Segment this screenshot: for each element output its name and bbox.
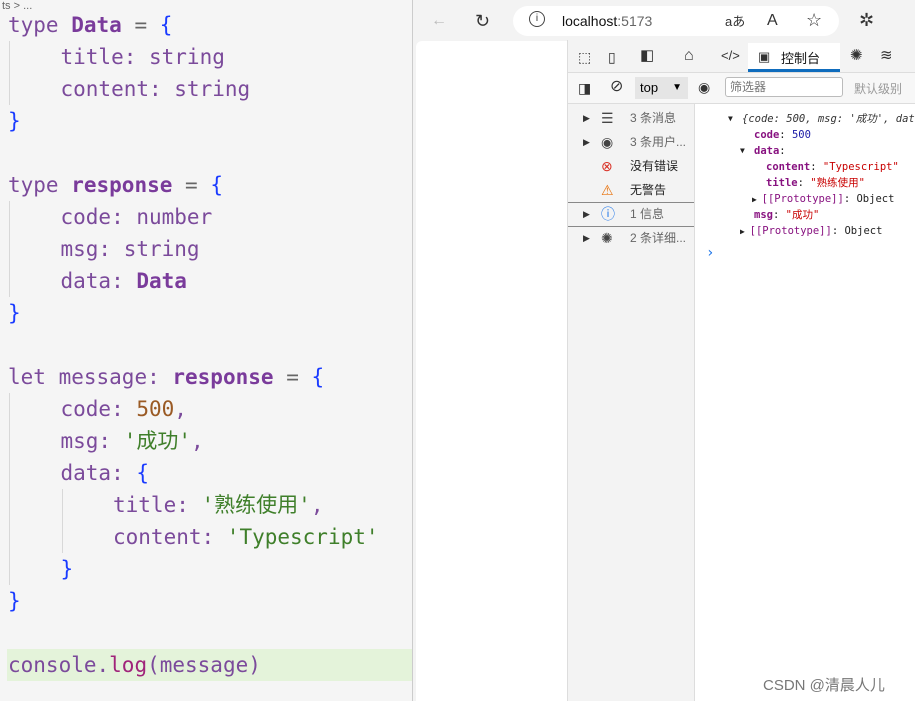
- clear-console-icon[interactable]: ⊘: [610, 77, 623, 97]
- list-icon: ☰: [601, 110, 614, 126]
- code-line: }: [8, 109, 21, 133]
- expand-triangle-icon[interactable]: ▶: [583, 226, 590, 250]
- eye-icon[interactable]: ◉: [698, 77, 710, 97]
- read-aloud-icon[interactable]: A: [767, 11, 778, 31]
- sidebar-item-label: 没有错误: [630, 159, 679, 173]
- code-line: data: {: [60, 461, 150, 485]
- bug-icon: ✺: [601, 230, 613, 246]
- tab-label: 控制台: [781, 51, 821, 66]
- device-emulation-icon[interactable]: ▯: [608, 47, 616, 67]
- sidebar-item-label: 2 条详细...: [630, 231, 687, 245]
- code-line: console.log(message): [8, 653, 261, 677]
- prop-value: "Typescript": [822, 161, 899, 173]
- inspect-element-icon[interactable]: ⬚: [578, 47, 591, 67]
- code-line: type Data = {: [8, 13, 173, 37]
- expand-triangle-icon[interactable]: ▶: [583, 130, 590, 154]
- elements-icon[interactable]: </>: [721, 46, 740, 66]
- network-wifi-icon[interactable]: ≋: [880, 46, 893, 66]
- devtools-toolbar: ⬚ ▯ ◧ ⌂ </> ▣ 控制台 ✺ ≋: [568, 40, 915, 73]
- prop-value: Object: [844, 225, 883, 237]
- sidebar-item-label: 3 条消息: [630, 111, 677, 125]
- code-line: }: [60, 557, 74, 581]
- sidebar-toggle-icon[interactable]: ◨: [578, 78, 591, 98]
- code-line: title: string: [60, 45, 225, 69]
- sidebar-item[interactable]: ▶ ☰ 3 条消息: [568, 106, 694, 130]
- dock-icon[interactable]: ◧: [640, 46, 654, 66]
- code-line: }: [8, 589, 21, 613]
- indent-guide: [62, 489, 63, 553]
- console-filter-bar: ◨ ⊘ top ▼ ◉ 默认级别: [568, 73, 915, 104]
- browser-window: ← ↻ i localhost:5173 aあ A ☆ ✲ ⬚ ▯ ◧ ⌂ </…: [412, 0, 915, 701]
- user-icon: ◉: [601, 134, 614, 150]
- devtools-panel: ⬚ ▯ ◧ ⌂ </> ▣ 控制台 ✺ ≋ ◨ ⊘ top ▼ ◉ 默认级别 ▶ ☰…: [567, 40, 915, 701]
- prop-key: code: [754, 129, 780, 141]
- dropdown-arrow-icon: ▼: [672, 82, 682, 93]
- favorite-star-icon[interactable]: ☆: [806, 10, 822, 30]
- expand-triangle-icon[interactable]: ▶: [583, 106, 590, 130]
- prop-key: [[Prototype]]: [749, 225, 832, 237]
- expand-triangle-icon[interactable]: ▶: [583, 202, 590, 226]
- code-line: content: string: [60, 77, 251, 101]
- refresh-icon[interactable]: ↻: [475, 11, 490, 31]
- home-icon[interactable]: ⌂: [684, 46, 694, 66]
- context-value: top: [640, 80, 659, 95]
- prop-key: content: [766, 161, 811, 173]
- prop-key: data: [754, 145, 780, 157]
- code-line: }: [8, 301, 21, 325]
- url-port: :5173: [617, 13, 653, 29]
- sidebar-item-label: 无警告: [630, 183, 667, 197]
- extensions-icon[interactable]: ✲: [859, 10, 874, 30]
- code-line: msg: string: [60, 237, 200, 261]
- indent-guide: [9, 393, 10, 585]
- expand-triangle-icon[interactable]: ▶: [752, 195, 762, 204]
- code-editor[interactable]: ts > ... type Data = {title: string conte…: [0, 0, 412, 701]
- code-line: msg: '成功',: [60, 429, 204, 453]
- sidebar-item[interactable]: ▶ ✺ 2 条详细...: [568, 226, 694, 250]
- expand-triangle-icon[interactable]: ▶: [740, 227, 750, 236]
- sidebar-item-label: 3 条用户...: [630, 135, 687, 149]
- expand-triangle-icon[interactable]: ▼: [728, 111, 733, 127]
- prop-value: "成功": [785, 209, 820, 221]
- sidebar-item[interactable]: ▶ ◉ 3 条用户...: [568, 130, 694, 154]
- console-sidebar: ▶ ☰ 3 条消息 ▶ ◉ 3 条用户... ⊗ 没有错误 ⚠ 无警告 ▶ ⓘ 1 信息 ▶ ✺ 2 条详细.…: [568, 104, 695, 701]
- expand-triangle-icon[interactable]: ▼: [740, 143, 745, 159]
- web-page: [416, 41, 567, 701]
- info-icon[interactable]: i: [529, 11, 545, 27]
- code-line: data: Data: [60, 269, 187, 293]
- code-line: content: 'Typescript': [113, 525, 379, 549]
- prop-value: "熟练使用": [810, 177, 865, 189]
- console-prompt[interactable]: ›: [706, 245, 714, 261]
- error-icon: ⊗: [601, 158, 613, 174]
- sidebar-item[interactable]: ⊗ 没有错误: [568, 154, 694, 178]
- console-icon: ▣: [758, 49, 771, 64]
- prop-value: Object: [856, 193, 895, 205]
- prop-value: 500: [791, 129, 811, 141]
- back-icon[interactable]: ←: [431, 11, 447, 31]
- filter-input[interactable]: [725, 77, 843, 97]
- warning-icon: ⚠: [601, 182, 614, 198]
- code-line: title: '熟练使用',: [113, 493, 324, 517]
- watermark: CSDN @清晨人儿: [763, 677, 885, 694]
- context-select[interactable]: top ▼: [635, 77, 688, 99]
- bug-icon[interactable]: ✺: [850, 46, 863, 66]
- indent-guide: [9, 201, 10, 297]
- read-aloud-translate-icon[interactable]: aあ: [725, 12, 745, 32]
- sidebar-item[interactable]: ▶ ⓘ 1 信息: [568, 202, 694, 226]
- indent-guide: [9, 41, 10, 105]
- info-icon: ⓘ: [601, 206, 615, 222]
- address-bar[interactable]: i localhost:5173 aあ A ☆: [513, 6, 839, 36]
- code-line: type response = {: [8, 173, 224, 197]
- object-summary[interactable]: {code: 500, msg: '成功', data: [742, 111, 915, 127]
- sidebar-item[interactable]: ⚠ 无警告: [568, 178, 694, 202]
- prop-key: [[Prototype]]: [761, 193, 844, 205]
- code-line: code: 500,: [60, 397, 187, 421]
- prop-key: title: [766, 177, 798, 189]
- tab-console[interactable]: ▣ 控制台: [748, 43, 840, 72]
- prop-key: msg: [754, 209, 773, 221]
- code-line: code: number: [60, 205, 213, 229]
- code-line: let message: response = {: [8, 365, 325, 389]
- sidebar-item-label: 1 信息: [630, 207, 665, 221]
- log-level-select[interactable]: 默认级别: [854, 80, 902, 97]
- url-host: localhost: [562, 13, 618, 29]
